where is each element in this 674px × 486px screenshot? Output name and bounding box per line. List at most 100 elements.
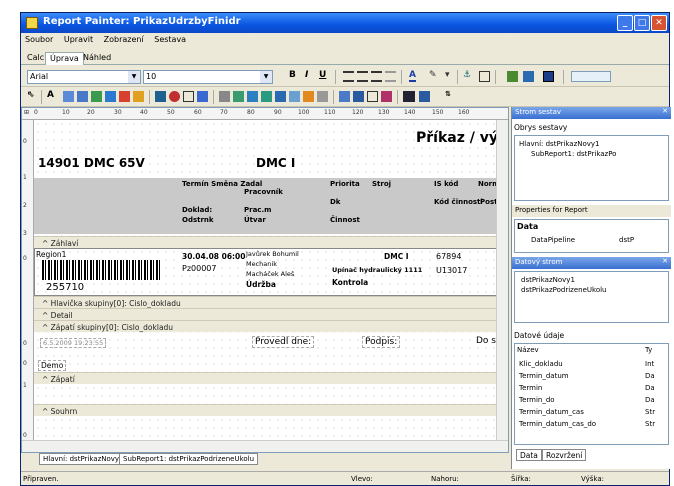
save-icon[interactable] xyxy=(543,71,554,82)
field-row[interactable]: Termin_datum_cas_do xyxy=(519,420,596,428)
property-value[interactable]: dstP xyxy=(619,236,634,244)
tab-nahled[interactable]: Náhled xyxy=(79,52,115,65)
tree-item-subreport[interactable]: SubReport1: dstPrikazPo xyxy=(531,150,616,158)
design-horizontal-scrollbar[interactable] xyxy=(22,440,508,452)
align-center-icon[interactable] xyxy=(357,71,368,82)
barcode-number[interactable]: 255710 xyxy=(46,282,84,293)
db-chart-icon[interactable] xyxy=(317,91,328,102)
band-zapati-skupiny[interactable]: ^ Zápatí skupiny[0]: Cislo_dokladu xyxy=(34,320,496,332)
justify-icon[interactable] xyxy=(385,71,396,82)
db-barcode-icon[interactable] xyxy=(289,91,300,102)
crosstab-tool-icon[interactable] xyxy=(169,91,180,102)
header-dk[interactable]: Dk xyxy=(330,198,340,206)
menu-upravit[interactable]: Upravit xyxy=(64,35,93,44)
dmc-left-label[interactable]: 14901 DMC 65V xyxy=(38,156,145,170)
header-priorita[interactable]: Priorita xyxy=(330,180,360,188)
db-checkbox-icon[interactable] xyxy=(303,91,314,102)
title-bar[interactable]: Report Painter: PrikazUdrzbyFinidr _ □ ✕ xyxy=(21,13,669,33)
design-vertical-scrollbar[interactable] xyxy=(496,120,508,440)
design-area[interactable]: ⊞ 0 10 20 30 40 50 60 70 80 90 100 110 1… xyxy=(21,107,509,453)
align-icon[interactable] xyxy=(403,91,415,102)
maximize-button[interactable]: □ xyxy=(634,15,650,31)
dmc-right-label[interactable]: DMC I xyxy=(256,156,295,170)
underline-button[interactable]: U xyxy=(319,70,326,80)
font-name-combo[interactable]: Arial ▼ xyxy=(27,70,141,84)
band-zapati[interactable]: ^ Zápatí xyxy=(34,372,496,384)
barcode-tool-icon[interactable] xyxy=(133,91,144,102)
image-tool-icon[interactable] xyxy=(105,91,116,102)
field-row[interactable]: Termin_do xyxy=(519,396,555,404)
tab-uprava[interactable]: Úprava xyxy=(45,52,84,65)
band-hlavicka[interactable]: ^ Hlavička skupiny[0]: Cislo_dokladu xyxy=(34,296,496,308)
tree-item-main[interactable]: Hlavní: dstPrikazNovy1 xyxy=(519,140,600,148)
richtext-tool-icon[interactable] xyxy=(77,91,88,102)
band-zahlavi[interactable]: ^ Záhlaví xyxy=(34,236,496,248)
page-icon[interactable] xyxy=(367,91,378,102)
header-pracovnik[interactable]: Pracovník xyxy=(244,188,283,196)
detail-dmc[interactable]: DMC I xyxy=(384,252,409,261)
detail-code2[interactable]: U13017 xyxy=(436,266,467,275)
db-calc-icon[interactable] xyxy=(261,91,272,102)
db-memo-icon[interactable] xyxy=(233,91,244,102)
footer-date[interactable]: 6.5.2009 19:23:55 xyxy=(40,338,107,348)
line-width-combo[interactable] xyxy=(571,71,611,82)
footer-do[interactable]: Do s xyxy=(476,336,496,346)
close-button[interactable]: ✕ xyxy=(651,15,667,31)
db-image-icon[interactable] xyxy=(275,91,286,102)
grid-icon[interactable] xyxy=(479,71,490,82)
align-right-icon[interactable] xyxy=(371,71,382,82)
footer-demo[interactable]: Demo xyxy=(38,360,67,371)
detail-code1[interactable]: 67894 xyxy=(436,252,461,261)
detail-datetime[interactable]: 30.04.08 06:00 xyxy=(182,252,246,261)
header-odstrn[interactable]: Odstrnk xyxy=(182,216,214,224)
font-color-icon[interactable]: A xyxy=(409,70,416,82)
shape-tool-icon[interactable] xyxy=(119,91,130,102)
detail-udrzba[interactable]: Údržba xyxy=(246,280,276,289)
detail-person1[interactable]: Javůrek Bohumil xyxy=(246,250,299,258)
anchor-icon[interactable]: ⚓ xyxy=(463,70,471,80)
header-is-kod[interactable]: IS kód xyxy=(434,180,458,188)
footer-provedl[interactable]: Provedl dne: xyxy=(252,336,315,348)
menu-soubor[interactable]: Soubor xyxy=(25,35,53,44)
align-left-icon[interactable] xyxy=(343,71,354,82)
header-prac-m[interactable]: Prac.m xyxy=(244,206,271,214)
fields-list[interactable]: Název Ty Klic_dokladu Int Termin_datum D… xyxy=(514,343,669,445)
menu-sestava[interactable]: Sestava xyxy=(154,35,186,44)
column-header-name[interactable]: Název xyxy=(517,346,539,354)
report-canvas[interactable]: Příkaz / výkaz 14901 DMC 65V DMC I Termí… xyxy=(34,120,508,440)
preview-icon[interactable] xyxy=(381,91,392,102)
db-label-icon[interactable] xyxy=(219,91,230,102)
region-tool-icon[interactable] xyxy=(155,91,166,102)
header-stroj[interactable]: Stroj xyxy=(372,180,391,188)
field-row[interactable]: Termin_datum_cas xyxy=(519,408,584,416)
db-richtext-icon[interactable] xyxy=(247,91,258,102)
font-size-combo[interactable]: 10 ▼ xyxy=(143,70,273,84)
size-icon[interactable] xyxy=(419,91,430,102)
report-tab-main[interactable]: Hlavní: dstPrikazNovy1 xyxy=(39,453,128,465)
pipeline-item[interactable]: dstPrikazPodrizeneUkolu xyxy=(521,286,607,294)
bring-front-icon[interactable] xyxy=(507,71,518,82)
chart-tool-icon[interactable] xyxy=(197,91,208,102)
tab-rozvrzeni[interactable]: Rozvržení xyxy=(542,449,587,461)
detail-person2[interactable]: Mechanik xyxy=(246,260,277,268)
header-doklad[interactable]: Doklad: xyxy=(182,206,212,214)
column-header-type[interactable]: Ty xyxy=(645,346,652,354)
footer-podpis[interactable]: Podpis: xyxy=(362,336,401,348)
pipeline-item[interactable]: dstPrikazNovy1 xyxy=(521,276,575,284)
layout-icon[interactable] xyxy=(339,91,350,102)
band-souhrn[interactable]: ^ Souhrn xyxy=(34,404,496,416)
header-kod-cinnosti[interactable]: Kód činnosti xyxy=(434,198,483,206)
header-termin-smena-zadal[interactable]: Termín Směna Zadal xyxy=(182,180,262,188)
italic-button[interactable]: I xyxy=(305,70,308,80)
table-icon[interactable] xyxy=(353,91,364,102)
subreport-tool-icon[interactable] xyxy=(183,91,194,102)
minimize-button[interactable]: _ xyxy=(617,15,633,31)
close-icon[interactable]: ✕ xyxy=(662,107,668,115)
band-detail[interactable]: ^ Detail xyxy=(34,308,496,320)
properties-grid[interactable]: Data DataPipeline dstP xyxy=(514,219,669,253)
line-color-icon[interactable]: ▾ xyxy=(445,70,450,80)
header-cinnost[interactable]: Činnost xyxy=(330,216,360,224)
detail-pz[interactable]: Pz00007 xyxy=(182,264,216,273)
header-utvar[interactable]: Útvar xyxy=(244,216,266,224)
barcode-image[interactable] xyxy=(42,260,162,280)
